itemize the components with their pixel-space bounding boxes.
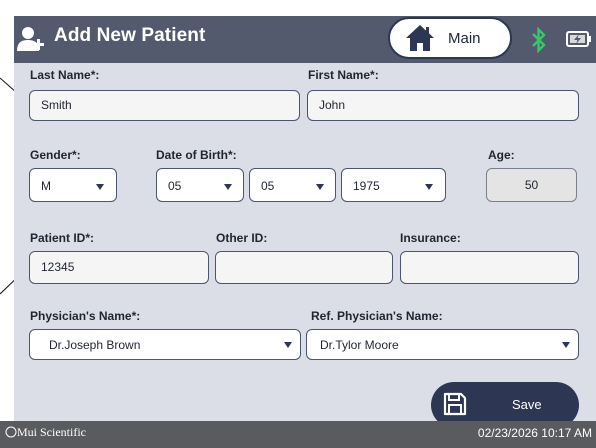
age-field: 50 (486, 168, 577, 202)
status-bar: Mui Scientific 02/23/2026 10:17 AM (0, 421, 596, 448)
battery-charging-icon (566, 31, 591, 47)
page-title: Add New Patient (54, 25, 206, 46)
chevron-down-icon (224, 184, 232, 190)
first-name-field[interactable]: John (307, 90, 579, 121)
chevron-down-icon (316, 184, 324, 190)
physician-value: Dr.Joseph Brown (49, 338, 141, 352)
insurance-field[interactable] (400, 251, 579, 284)
last-name-label: Last Name*: (30, 68, 100, 82)
ref-physician-label: Ref. Physician's Name: (311, 309, 443, 323)
insurance-label: Insurance: (400, 231, 461, 245)
main-button[interactable]: Main (388, 17, 512, 59)
chevron-down-icon (96, 184, 104, 190)
ref-physician-dropdown[interactable]: Dr.Tylor Moore (306, 329, 579, 360)
dob-day-value: 05 (261, 179, 275, 193)
dob-label: Date of Birth*: (156, 148, 237, 162)
gender-dropdown[interactable]: M (29, 168, 117, 202)
dob-month-value: 05 (168, 179, 182, 193)
other-id-label: Other ID: (216, 231, 268, 245)
ref-physician-value: Dr.Tylor Moore (320, 338, 399, 352)
gender-label: Gender*: (30, 148, 81, 162)
first-name-label: First Name*: (308, 68, 379, 82)
save-button-label: Save (512, 397, 542, 412)
age-label: Age: (488, 148, 515, 162)
dob-year-dropdown[interactable]: 1975 (341, 168, 446, 202)
last-name-field[interactable]: Smith (29, 90, 300, 121)
bluetooth-icon (532, 27, 546, 53)
dob-month-dropdown[interactable]: 05 (156, 168, 244, 202)
chevron-down-icon (562, 342, 570, 348)
patient-id-label: Patient ID*: (30, 231, 95, 245)
main-button-label: Main (448, 30, 481, 47)
gender-value: M (41, 179, 51, 193)
title-bar: Add New Patient Main (14, 16, 596, 63)
other-id-field[interactable] (215, 251, 393, 284)
dob-year-value: 1975 (353, 179, 380, 193)
add-patient-icon (17, 27, 44, 51)
patient-form: Last Name*: Smith First Name*: John Gend… (14, 63, 596, 428)
chevron-down-icon (284, 342, 292, 348)
brand-name: Mui Scientific (17, 425, 86, 439)
status-datetime: 02/23/2026 10:17 AM (477, 426, 592, 440)
dob-day-dropdown[interactable]: 05 (249, 168, 336, 202)
patient-id-field[interactable]: 12345 (29, 251, 209, 284)
floppy-disk-icon (443, 392, 467, 416)
brand-logo-icon (5, 426, 17, 438)
physician-dropdown[interactable]: Dr.Joseph Brown (29, 329, 301, 360)
physician-label: Physician's Name*: (30, 309, 141, 323)
chevron-down-icon (425, 184, 433, 190)
home-icon (406, 25, 434, 51)
